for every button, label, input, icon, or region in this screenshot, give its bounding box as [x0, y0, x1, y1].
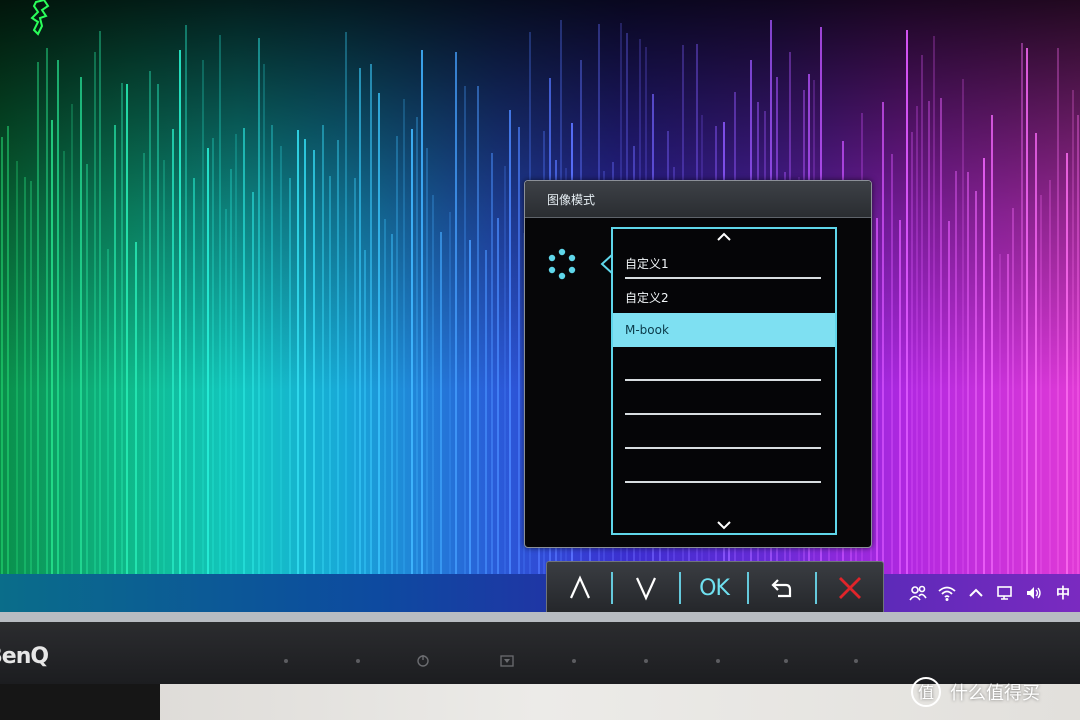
svg-text:值: 值	[918, 683, 934, 702]
wifi-icon[interactable]	[937, 582, 957, 604]
back-button[interactable]	[749, 562, 815, 614]
watermark-logo-icon: 值	[911, 677, 941, 707]
bezel-edge	[0, 612, 1080, 622]
up-arrow-icon	[569, 575, 591, 599]
osd-picture-mode-menu: 图像模式 自定义1 自定义2 M-book	[524, 180, 872, 548]
bezel-button[interactable]	[716, 659, 720, 663]
down-button[interactable]	[613, 562, 679, 614]
picture-mode-icon	[548, 248, 576, 280]
chevron-up-icon[interactable]	[966, 582, 986, 604]
scroll-up-icon[interactable]	[714, 231, 734, 243]
bezel-button[interactable]	[644, 659, 648, 663]
watermark-text: 什么值得买	[950, 683, 1040, 704]
bezel-button[interactable]	[784, 659, 788, 663]
list-item-empty[interactable]	[613, 415, 835, 449]
scroll-down-icon[interactable]	[714, 519, 734, 531]
picture-mode-list: 自定义1 自定义2 M-book	[611, 227, 837, 535]
bezel-button[interactable]	[572, 659, 576, 663]
list-item-label: 自定义2	[625, 291, 669, 305]
ok-label: OK	[699, 575, 730, 601]
volume-icon[interactable]	[1024, 582, 1044, 604]
osd-hotkey-bar: OK	[546, 561, 884, 615]
bezel-button[interactable]	[356, 659, 360, 663]
list-item-custom-1[interactable]: 自定义1	[613, 245, 835, 279]
up-button[interactable]	[547, 562, 613, 614]
ok-button[interactable]: OK	[681, 562, 747, 614]
list-item-label: M-book	[625, 323, 669, 337]
close-icon	[839, 577, 861, 599]
green-figure-icon	[30, 0, 50, 36]
back-arrow-icon	[771, 579, 792, 598]
osd-title: 图像模式	[547, 193, 596, 207]
bezel-button[interactable]	[284, 659, 288, 663]
watermark: 值 什么值得买	[910, 676, 1040, 708]
monitor-bezel	[0, 622, 1080, 684]
input-source-icon[interactable]	[500, 654, 514, 668]
power-icon[interactable]	[416, 654, 430, 668]
brand-logo: BenQ	[0, 644, 49, 669]
monitor-stand	[0, 684, 160, 720]
input-language-indicator[interactable]: 中	[1053, 582, 1073, 604]
divider	[625, 481, 821, 483]
list-item-empty[interactable]	[613, 347, 835, 381]
bezel-button[interactable]	[854, 659, 858, 663]
exit-button[interactable]	[817, 562, 883, 614]
list-item-label: 自定义1	[625, 257, 669, 271]
osd-header: 图像模式	[525, 181, 871, 218]
system-tray: 中	[908, 580, 1080, 606]
list-item-empty[interactable]	[613, 381, 835, 415]
people-icon[interactable]	[908, 582, 928, 604]
down-arrow-icon	[635, 577, 657, 601]
network-icon[interactable]	[995, 582, 1015, 604]
list-item-empty[interactable]	[613, 449, 835, 483]
list-item-custom-2[interactable]: 自定义2	[613, 279, 835, 313]
list-item-m-book[interactable]: M-book	[613, 313, 835, 347]
